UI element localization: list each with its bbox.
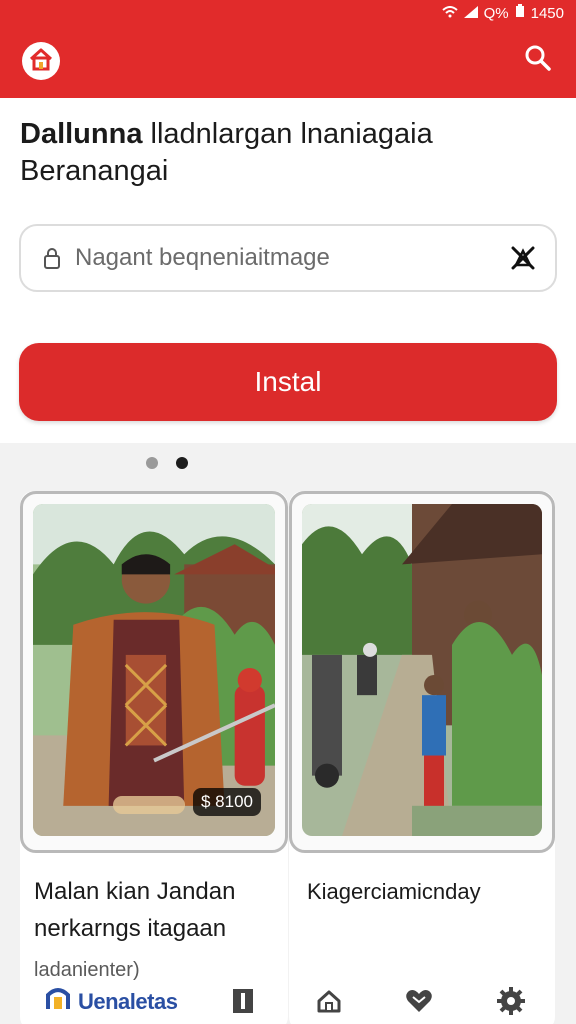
gear-icon[interactable] — [496, 986, 526, 1016]
card-caption-1: Malan kian Jandan nerkarngs itagaan — [34, 873, 278, 947]
carousel-dot-1[interactable] — [146, 457, 158, 469]
wifi-icon — [441, 5, 458, 22]
phone-frame-1: $ 8100 — [20, 491, 288, 853]
clear-icon[interactable] — [505, 240, 541, 276]
screenshot-card-1[interactable]: $ 8100 Malan kian Jandan nerkarngs itaga… — [20, 491, 288, 1024]
battery-percent: Q% — [483, 4, 509, 22]
brand-logo-icon — [44, 985, 72, 1018]
bookmark-icon[interactable] — [228, 986, 258, 1016]
carousel-dots — [146, 457, 188, 469]
page-title-bold: Dallunna — [20, 118, 143, 150]
brand-name: Uenaletas — [78, 988, 178, 1014]
carousel-dot-2[interactable] — [176, 457, 188, 469]
page-title-line2: Berananga​i — [20, 155, 169, 187]
search-field[interactable] — [19, 224, 557, 292]
status-bar: Q% 1450 — [0, 0, 576, 28]
clock: 1450 — [530, 4, 564, 22]
card-caption-2: Kiagerciamicnday — [307, 879, 481, 904]
screenshot-card-2[interactable]: Kiagerciamicnday — [289, 491, 555, 1024]
price-badge: $ 8100 — [193, 788, 261, 816]
card-caption-1-line2: nerkarngs itagaan — [34, 915, 227, 942]
home-icon[interactable] — [314, 986, 344, 1016]
battery-icon — [515, 4, 525, 22]
status-icons: Q% 1450 — [441, 4, 564, 22]
home-button[interactable] — [22, 42, 60, 80]
screenshot-gallery[interactable]: $ 8100 Malan kian Jandan nerkarngs itaga… — [0, 443, 576, 1024]
bottom-nav: Uenaletas — [0, 972, 576, 1024]
search-input[interactable] — [75, 244, 505, 272]
card-caption-1-line1: Malan kian Jandan — [34, 878, 236, 905]
install-button[interactable]: Instal — [19, 343, 557, 421]
page-title: Dallunna lladnlargan lnaniagaia Beranang… — [20, 116, 560, 190]
screenshot-image-1: $ 8100 — [33, 504, 275, 836]
brand[interactable]: Uenaletas — [44, 985, 178, 1018]
page-title-rest: lladnlargan lnaniagaia — [142, 118, 433, 150]
phone-frame-2 — [289, 491, 555, 853]
video-scrub-pill — [113, 796, 185, 814]
signal-icon — [463, 5, 478, 22]
lock-icon — [43, 247, 61, 269]
app-bar — [0, 28, 576, 98]
heart-icon[interactable] — [404, 986, 434, 1016]
screenshot-image-2 — [302, 504, 542, 836]
search-button[interactable] — [522, 44, 554, 76]
home-icon — [28, 46, 54, 77]
search-icon — [524, 44, 552, 77]
